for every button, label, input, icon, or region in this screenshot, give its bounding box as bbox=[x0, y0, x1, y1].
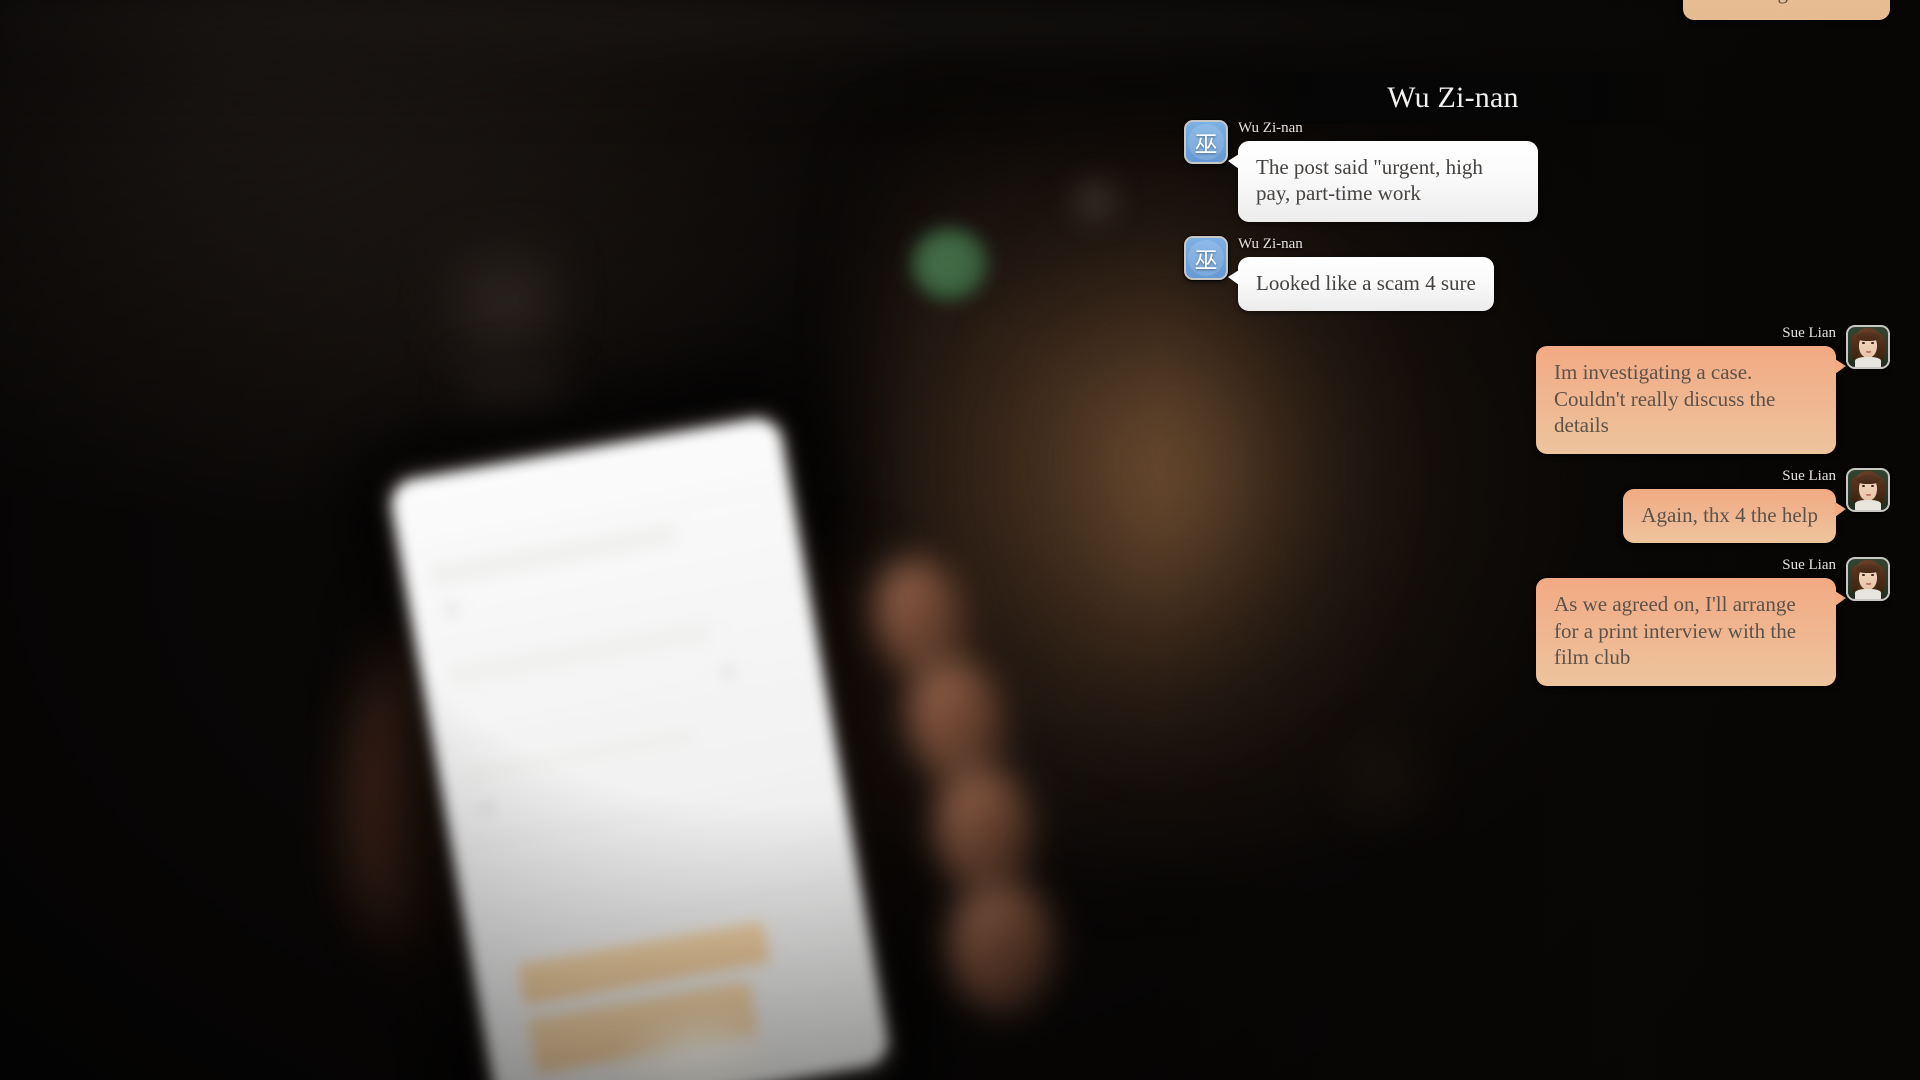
message-bubble[interactable]: not asking too much bbox=[1683, 0, 1890, 21]
avatar-glyph: 巫 bbox=[1194, 247, 1218, 274]
phone-row-icon bbox=[478, 800, 495, 817]
background-panel-lower bbox=[465, 370, 565, 408]
message-sender-name: Sue Lian bbox=[1782, 325, 1836, 342]
message-list: 巫 Wu Zi-nan The post said "urgent, high pa… bbox=[1150, 120, 1920, 700]
avatar-glyph: 巫 bbox=[1194, 132, 1218, 158]
clipped-message-viewport: not asking too much bbox=[1150, 0, 1920, 34]
avatar-portrait-part bbox=[1857, 564, 1879, 574]
clipped-message: not asking too much bbox=[1683, 0, 1890, 21]
message-bubble[interactable]: Looked like a scam 4 sure bbox=[1228, 256, 1494, 312]
avatar-portrait-part bbox=[1866, 493, 1871, 496]
message-content: Sue Lian Im investigating a case. Couldn'… bbox=[1536, 325, 1846, 454]
phone-divider bbox=[452, 780, 843, 851]
message-row: Sue Lian Im investigating a case. Couldn'… bbox=[1150, 325, 1920, 454]
chat-header: Wu Zi-nan bbox=[1238, 72, 1668, 124]
avatar-portrait-part bbox=[1862, 484, 1865, 487]
wu-avatar-icon[interactable]: 巫 bbox=[1184, 120, 1228, 164]
message-bubble[interactable]: Im investigating a case. Couldn't really… bbox=[1536, 346, 1846, 454]
game-screen: Wu Zi-nan not asking too much 巫 Wu Zi-nan… bbox=[0, 0, 1920, 1080]
page-title: Wu Zi-nan bbox=[1387, 81, 1519, 114]
green-bokeh-light bbox=[912, 228, 988, 300]
avatar-portrait-part bbox=[1855, 499, 1881, 510]
message-row: 巫 Wu Zi-nan Looked like a scam 4 sure bbox=[1150, 235, 1920, 312]
message-content: Wu Zi-nan The post said "urgent, high pay… bbox=[1228, 120, 1538, 222]
message-sender-name: Wu Zi-nan bbox=[1238, 235, 1303, 252]
message-bubble[interactable]: As we agreed on, I'll arrange for a prin… bbox=[1536, 578, 1846, 686]
message-bubble[interactable]: Again, thx 4 the help bbox=[1623, 488, 1846, 544]
chat-panel: Wu Zi-nan not asking too much 巫 Wu Zi-nan… bbox=[1150, 0, 1920, 1080]
message-row: Sue Lian Again, thx 4 the help bbox=[1150, 467, 1920, 544]
sue-avatar-icon[interactable] bbox=[1846, 467, 1890, 512]
message-row: Sue Lian As we agreed on, I'll arrange fo… bbox=[1150, 557, 1920, 686]
avatar-portrait-part bbox=[1855, 357, 1881, 368]
phone-divider bbox=[469, 877, 860, 948]
phone-list-row bbox=[428, 522, 679, 588]
message-bubble[interactable]: The post said "urgent, high pay, part-ti… bbox=[1228, 141, 1538, 222]
message-sender-name: Sue Lian bbox=[1782, 557, 1836, 574]
phone-row-icon bbox=[443, 601, 460, 618]
background-panel-upper bbox=[455, 255, 550, 340]
avatar-portrait-part bbox=[1855, 589, 1881, 600]
sue-avatar-icon[interactable] bbox=[1846, 325, 1890, 370]
phone-list-row bbox=[446, 619, 714, 688]
phone-row-icon bbox=[720, 663, 737, 681]
message-sender-name: Sue Lian bbox=[1782, 467, 1836, 484]
avatar-portrait-part bbox=[1857, 474, 1879, 484]
message-content: Sue Lian Again, thx 4 the help bbox=[1623, 467, 1846, 544]
message-content: Sue Lian As we agreed on, I'll arrange fo… bbox=[1536, 557, 1846, 686]
avatar-portrait-part bbox=[1857, 332, 1879, 342]
message-content: Wu Zi-nan Looked like a scam 4 sure bbox=[1228, 235, 1494, 312]
wu-avatar-icon[interactable]: 巫 bbox=[1184, 235, 1228, 280]
message-sender-name: Wu Zi-nan bbox=[1238, 120, 1303, 136]
message-row: 巫 Wu Zi-nan The post said "urgent, high pa… bbox=[1150, 120, 1920, 222]
avatar-portrait-part bbox=[1871, 484, 1874, 487]
warm-bokeh-light bbox=[1065, 175, 1125, 225]
sue-avatar-icon[interactable] bbox=[1846, 557, 1890, 602]
phone-list-row bbox=[463, 724, 696, 787]
